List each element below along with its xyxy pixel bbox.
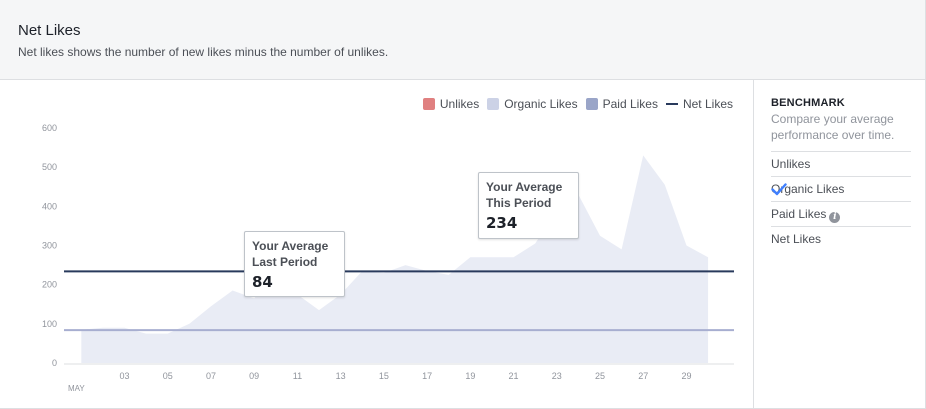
paid-likes-swatch-icon: [585, 98, 598, 110]
y-tick-label: 400: [42, 201, 57, 211]
legend-item-net-likes[interactable]: Net Likes: [665, 97, 733, 111]
benchmark-item-label: Paid Likes: [771, 207, 827, 221]
chart-panel: 0 100 200 300 400 500 600 03 05 07 09 11 13 15 17 19 21 2…: [0, 80, 926, 409]
info-icon[interactable]: i: [829, 212, 841, 223]
x-tick-label: 27: [638, 371, 648, 381]
page-title: Net Likes: [18, 22, 81, 39]
x-tick-label: 13: [336, 371, 346, 381]
benchmark-item-organic-likes[interactable]: Organic Likes: [771, 177, 911, 202]
benchmark-title: BENCHMARK: [771, 97, 845, 109]
benchmark-panel: BENCHMARK Compare your average performan…: [771, 97, 911, 252]
legend-item-organic-likes[interactable]: Organic Likes: [487, 97, 578, 111]
x-tick-label: 11: [293, 371, 302, 381]
legend-item-unlikes[interactable]: Unlikes: [422, 97, 480, 111]
x-tick-label: 23: [552, 371, 562, 381]
x-tick-label: 05: [163, 371, 173, 381]
page-header: Net Likes Net likes shows the number of …: [0, 0, 926, 80]
benchmark-item-paid-likes[interactable]: Paid Likes i: [771, 202, 911, 227]
y-tick-label: 600: [42, 123, 57, 133]
chart-area: 0 100 200 300 400 500 600 03 05 07 09 11 13 15 17 19 21 2…: [0, 80, 754, 409]
x-tick-label: 07: [206, 371, 216, 381]
x-tick-label: 15: [379, 371, 389, 381]
legend-label-unlikes: Unlikes: [439, 97, 480, 111]
legend-label-paid-likes: Paid Likes: [602, 97, 658, 111]
legend-label-net-likes: Net Likes: [682, 97, 733, 111]
organic-likes-swatch-icon: [487, 98, 500, 110]
checkmark-icon: [771, 183, 787, 196]
callout-last-period: Your Average Last Period 84: [244, 231, 345, 297]
organic-likes-area: [81, 155, 709, 363]
callout-this-period: Your Average This Period 234: [478, 172, 579, 239]
net-likes-line-icon: [665, 103, 678, 105]
y-tick-label: 100: [42, 319, 57, 329]
x-tick-label: 17: [422, 371, 432, 381]
callout-this-period-title: Your Average This Period: [486, 180, 563, 210]
y-tick-label: 500: [42, 162, 57, 172]
y-tick-label: 0: [52, 358, 57, 368]
benchmark-item-unlikes[interactable]: Unlikes: [771, 152, 911, 177]
x-tick-label: 21: [509, 371, 519, 381]
page-subtitle: Net likes shows the number of new likes …: [18, 45, 389, 59]
month-label: MAY: [68, 384, 85, 393]
legend-item-paid-likes[interactable]: Paid Likes: [585, 97, 658, 111]
x-tick-label: 29: [681, 371, 691, 381]
y-tick-label: 300: [42, 241, 57, 251]
benchmark-item-label: Net Likes: [771, 232, 822, 246]
callout-this-period-value: 234: [486, 214, 518, 232]
net-likes-chart: 0 100 200 300 400 500 600 03 05 07 09 11 13 15 17 19 21 2…: [42, 123, 734, 393]
unlikes-swatch-icon: [422, 98, 435, 110]
x-tick-label: 25: [595, 371, 605, 381]
legend-label-organic-likes: Organic Likes: [504, 97, 578, 111]
benchmark-item-label: Unlikes: [771, 157, 811, 171]
chart-legend: Unlikes Organic Likes Paid Likes Net Lik…: [415, 97, 733, 111]
y-tick-label: 200: [42, 280, 57, 290]
x-tick-label: 19: [465, 371, 475, 381]
benchmark-description: Compare your average performance over ti…: [771, 111, 911, 152]
callout-last-period-title: Your Average Last Period: [252, 239, 329, 269]
x-tick-label: 03: [120, 371, 130, 381]
callout-last-period-value: 84: [252, 273, 273, 291]
benchmark-item-net-likes[interactable]: Net Likes: [771, 227, 911, 252]
x-tick-label: 09: [249, 371, 259, 381]
